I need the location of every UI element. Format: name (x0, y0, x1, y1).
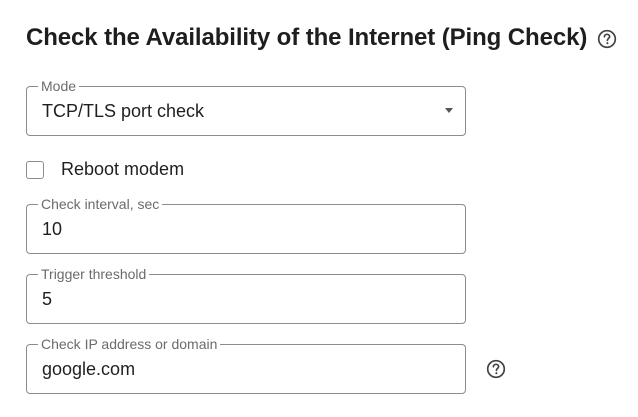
reboot-modem-checkbox[interactable] (26, 160, 44, 179)
reboot-modem-row[interactable]: Reboot modem (26, 159, 184, 180)
check-interval-label: Check interval, sec (38, 196, 163, 212)
question-circle-icon[interactable] (597, 29, 617, 49)
trigger-threshold-field[interactable]: Trigger threshold 5 (26, 266, 466, 324)
check-address-value[interactable]: google.com (42, 359, 135, 379)
reboot-modem-label[interactable]: Reboot modem (61, 159, 184, 180)
check-address-field[interactable]: Check IP address or domain google.com (26, 336, 466, 394)
check-address-label: Check IP address or domain (38, 336, 221, 352)
mode-select[interactable]: Mode TCP/TLS port check (26, 78, 466, 136)
ping-check-settings-page: Check the Availability of the Internet (… (0, 0, 638, 417)
title-row: Check the Availability of the Internet (… (26, 24, 617, 52)
question-circle-icon[interactable] (486, 359, 506, 379)
check-interval-field[interactable]: Check interval, sec 10 (26, 196, 466, 254)
dropdown-arrow-icon[interactable] (445, 108, 453, 113)
mode-label: Mode (38, 78, 80, 94)
mode-value: TCP/TLS port check (42, 101, 205, 121)
trigger-threshold-value[interactable]: 5 (42, 289, 52, 309)
page-title: Check the Availability of the Internet (… (26, 24, 588, 51)
check-interval-value[interactable]: 10 (42, 219, 62, 239)
trigger-threshold-label: Trigger threshold (38, 266, 150, 282)
